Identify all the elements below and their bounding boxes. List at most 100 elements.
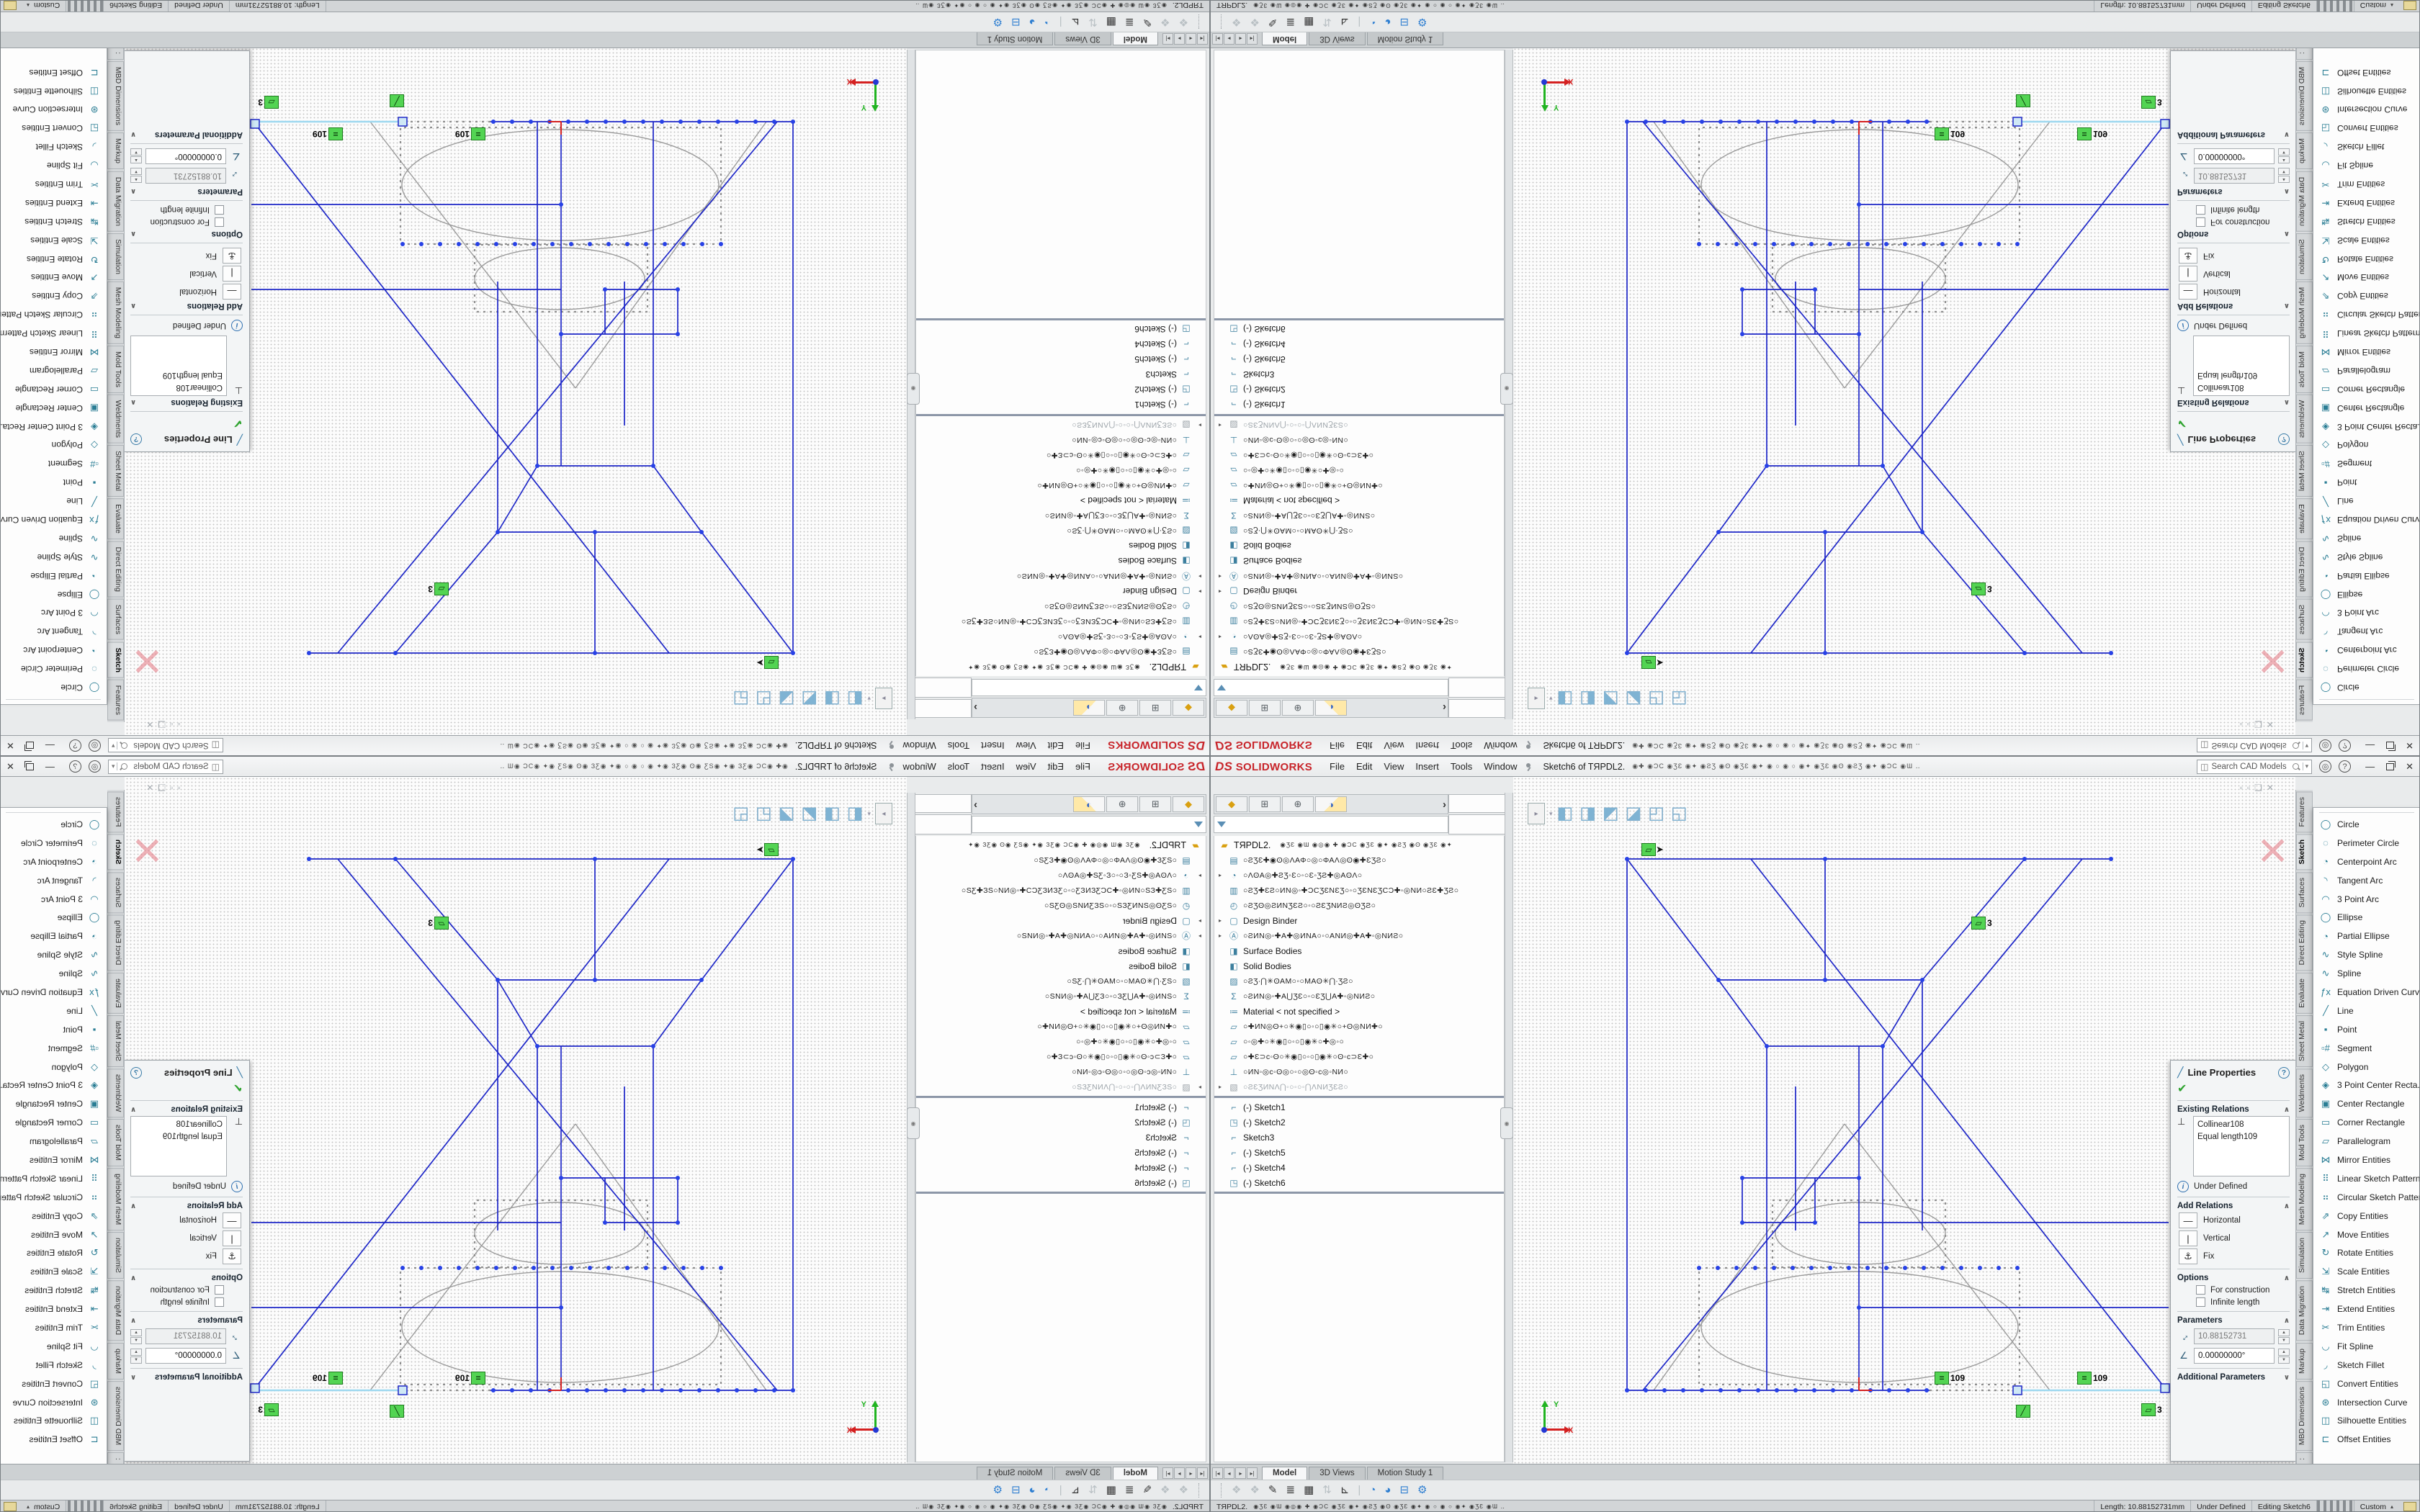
- panel-splitter-handle[interactable]: ◉: [1500, 1107, 1513, 1139]
- tree-item[interactable]: ▸ ▧ ○ƧƐƷИNΛ⋂◦○◦○◦⋂ΛNИƷƐƧ○: [916, 418, 1206, 433]
- flyout-tool-item[interactable]: ◔ Centerpoint Arc: [2313, 852, 2420, 871]
- panel-tab[interactable]: ◆: [1173, 700, 1204, 716]
- view-cube-icon[interactable]: ◪: [779, 805, 795, 822]
- play-document-icon[interactable]: ▸: [1528, 803, 1545, 824]
- toolbar-icon[interactable]: ❖: [1179, 1485, 1188, 1495]
- flyout-tool-item[interactable]: ∿ Spline: [2313, 964, 2420, 983]
- tree-sketch-item[interactable]: ◳ (-) Sketch6: [916, 1175, 1206, 1190]
- toolbar-icon[interactable]: |: [1358, 17, 1361, 27]
- flyout-tool-item[interactable]: ▫# Segment: [0, 1039, 107, 1058]
- command-tab[interactable]: Mold Tools: [107, 346, 124, 393]
- command-tab[interactable]: Weldments: [2296, 1068, 2313, 1117]
- minimize-button[interactable]: —: [2365, 740, 2375, 751]
- flyout-tool-item[interactable]: ∿ Style Spline: [2313, 945, 2420, 964]
- relation-tag[interactable]: =109: [313, 127, 343, 140]
- panel-help-icon[interactable]: ?: [130, 434, 142, 446]
- flyout-tool-item[interactable]: ↗ Move Entities: [0, 1225, 107, 1244]
- flyout-tool-item[interactable]: ⇥ Extend Entities: [2313, 194, 2420, 212]
- tree-sketch-item[interactable]: ◳ (-) Sketch2: [916, 382, 1206, 397]
- menu-item[interactable]: View: [1016, 761, 1036, 772]
- menu-item[interactable]: Window: [903, 761, 936, 772]
- rollback-bar[interactable]: [1214, 414, 1504, 416]
- command-tab[interactable]: Features: [2296, 680, 2313, 721]
- panel-splitter-handle[interactable]: ◉: [1500, 373, 1513, 405]
- toolbar-icon[interactable]: ▦: [1304, 1485, 1314, 1495]
- close-button[interactable]: ✕: [6, 740, 14, 752]
- tree-item[interactable]: ◨ Surface Bodies: [1214, 554, 1504, 569]
- tree-item[interactable]: ▱ ○◦◎✚○✳◉▯○◦○▯◉✳○✚◎◦○: [1214, 463, 1504, 478]
- command-tab[interactable]: MBD Dimensions: [107, 61, 124, 131]
- flyout-tool-item[interactable]: ⇗ Copy Entities: [0, 287, 107, 305]
- tree-item[interactable]: ▤ ○ƧƷƐ✚◉ʘ◎ΛΑΦ○◎○ΦΑΛ◎ʘ◉✚ƐƷƧ○: [1214, 644, 1504, 660]
- flyout-tool-item[interactable]: ╱ Line: [0, 1002, 107, 1020]
- toolbar-icon[interactable]: ◔: [1044, 17, 1051, 27]
- document-tab[interactable]: 3D Views: [1309, 1467, 1365, 1480]
- document-tab[interactable]: Motion Study 1: [1367, 32, 1444, 45]
- menu-item[interactable]: Tools: [1451, 761, 1472, 772]
- relation-tag[interactable]: =109: [2077, 127, 2107, 140]
- search-input[interactable]: ◫ Search CAD Models ▾: [108, 739, 223, 753]
- tree-item[interactable]: ◧ Solid Bodies: [916, 958, 1206, 973]
- panel-expand-icon[interactable]: ›: [974, 798, 977, 811]
- for-construction-checkbox[interactable]: For construction: [130, 1285, 224, 1295]
- search-icon[interactable]: [120, 763, 127, 770]
- quick-access-toolbar-icons[interactable]: ◉✚ ◉ƆC ◉ƷƐ ◉✦ ◉ƧƷ ◉ʘ ◉ƷƐ ◉✦ ◉ ○ ◉ ○ ◉✦ ◉…: [1632, 742, 2190, 750]
- toolbar-icon[interactable]: ▦: [1304, 17, 1314, 27]
- tree-item[interactable]: ▸ ▢ Design Binder: [1214, 584, 1504, 599]
- panel-tab[interactable]: ◑: [1073, 796, 1105, 812]
- ok-check-icon[interactable]: ✔: [2177, 1081, 2290, 1096]
- tree-item[interactable]: ▱ ○◦◎✚○✳◉▯○◦○▯◉✳○✚◎◦○: [1214, 1034, 1504, 1049]
- length-field[interactable]: 10.88152731: [2194, 1328, 2275, 1344]
- close-button[interactable]: ✕: [2406, 761, 2414, 773]
- command-tab[interactable]: Direct Editing: [2296, 914, 2313, 971]
- flyout-tool-item[interactable]: ∿ Spline: [0, 529, 107, 548]
- tree-item[interactable]: ▸ Ⓐ ○ƧИN◎◦✚Α✚◎ИNΑ○◦○ΑNИ◎✚Α✚◦◎NИƧ○: [916, 928, 1206, 943]
- toolbar-icon[interactable]: ⊾: [1071, 1485, 1080, 1495]
- command-tab[interactable]: Features: [107, 791, 124, 832]
- fix-relation-button[interactable]: ⚓Fix: [130, 248, 241, 264]
- existing-relations-header[interactable]: Existing Relations: [2177, 398, 2249, 407]
- document-tab[interactable]: Motion Study 1: [1367, 1467, 1444, 1480]
- tree-sketch-item[interactable]: ⌐ Sketch3: [916, 367, 1206, 382]
- flyout-tool-item[interactable]: ⊏ Offset Entities: [0, 63, 107, 82]
- command-tab[interactable]: Sheet Metal: [107, 445, 124, 497]
- relations-listbox[interactable]: Collinear108Equal length109: [130, 336, 227, 396]
- panel-expand-icon[interactable]: ›: [1443, 702, 1446, 714]
- vertical-relation-button[interactable]: |Vertical: [2179, 1230, 2290, 1246]
- vertical-relation-button[interactable]: |Vertical: [130, 266, 241, 282]
- tree-item[interactable]: ▥ ○ƧƷ✚ƐƧ○ИN◎◦✚ƆCƷƐNƐƷ○◦○ƷƐNƐƷCƆ✚◦◎NИ○ƧƐ✚…: [1214, 614, 1504, 629]
- tree-item[interactable]: ▱ ○✚Ɛ⊃c◦ʘ○✳◉▯○◦○▯◉✳○ʘ◦c⊃Ɛ✚○: [916, 1049, 1206, 1064]
- document-tab[interactable]: 3D Views: [1309, 32, 1365, 45]
- command-tab[interactable]: Evaluate: [2296, 973, 2313, 1014]
- flyout-tool-item[interactable]: ◫ Silhouette Entities: [0, 1412, 107, 1431]
- flyout-tool-item[interactable]: ◯ Circle: [2313, 678, 2420, 697]
- quick-access-toolbar-icons[interactable]: ◉✚ ◉ƆC ◉ƷƐ ◉✦ ◉ƧƷ ◉ʘ ◉ƷƐ ◉✦ ◉ ○ ◉ ○ ◉✦ ◉…: [230, 762, 788, 770]
- tab-nav-button[interactable]: ▸|: [1247, 1467, 1258, 1479]
- view-cube-icon[interactable]: ◪: [779, 690, 795, 707]
- existing-relations-header[interactable]: Existing Relations: [171, 398, 243, 407]
- additional-parameters-header[interactable]: Additional Parameters: [155, 1373, 243, 1382]
- flyout-tool-item[interactable]: ◞ Sketch Fillet: [0, 138, 107, 156]
- flyout-tool-item[interactable]: ⠶ Circular Sketch Pattern: [0, 305, 107, 324]
- flyout-tool-item[interactable]: ⠿ Linear Sketch Pattern: [2313, 324, 2420, 343]
- flyout-tool-item[interactable]: ◔ Centerpoint Arc: [0, 852, 107, 871]
- tree-sketch-item[interactable]: ⌐ (-) Sketch5: [1214, 1145, 1504, 1160]
- flyout-tool-item[interactable]: ⇲ Scale Entities: [0, 1262, 107, 1281]
- relations-listbox[interactable]: Collinear108Equal length109: [2193, 336, 2290, 396]
- search-input[interactable]: ◫ Search CAD Models ▾: [2197, 760, 2312, 774]
- panel-tab[interactable]: ⊕: [1106, 796, 1138, 812]
- add-relations-header[interactable]: Add Relations: [187, 302, 243, 310]
- confirmation-corner-close-icon[interactable]: ✕: [131, 829, 163, 874]
- length-field[interactable]: 10.88152731: [145, 168, 226, 184]
- command-tab[interactable]: Mesh Modeling: [107, 282, 124, 344]
- tree-item[interactable]: ▸ Ⓐ ○ƧИN◎◦✚Α✚◎ИNΑ○◦○ΑNИ◎✚Α✚◦◎NИƧ○: [1214, 569, 1504, 584]
- toolbar-icon[interactable]: ✎: [1143, 17, 1152, 27]
- infinite-length-checkbox[interactable]: Infinite length: [130, 1297, 224, 1307]
- flyout-tool-item[interactable]: ╱ Line: [2313, 492, 2420, 510]
- tree-item[interactable]: ⊥ ○ИN◦◎c◦ʘ◎○◦○◎ʘ◦c◎◦NИ○: [1214, 1064, 1504, 1079]
- flyout-tool-item[interactable]: ◔ Partial Ellipse: [0, 567, 107, 585]
- menu-item[interactable]: Window: [1484, 740, 1517, 751]
- parameters-header[interactable]: Parameters: [2177, 1316, 2223, 1325]
- command-tab[interactable]: Data Migration: [2296, 1280, 2313, 1341]
- flyout-tool-item[interactable]: ▪ Point: [0, 1020, 107, 1039]
